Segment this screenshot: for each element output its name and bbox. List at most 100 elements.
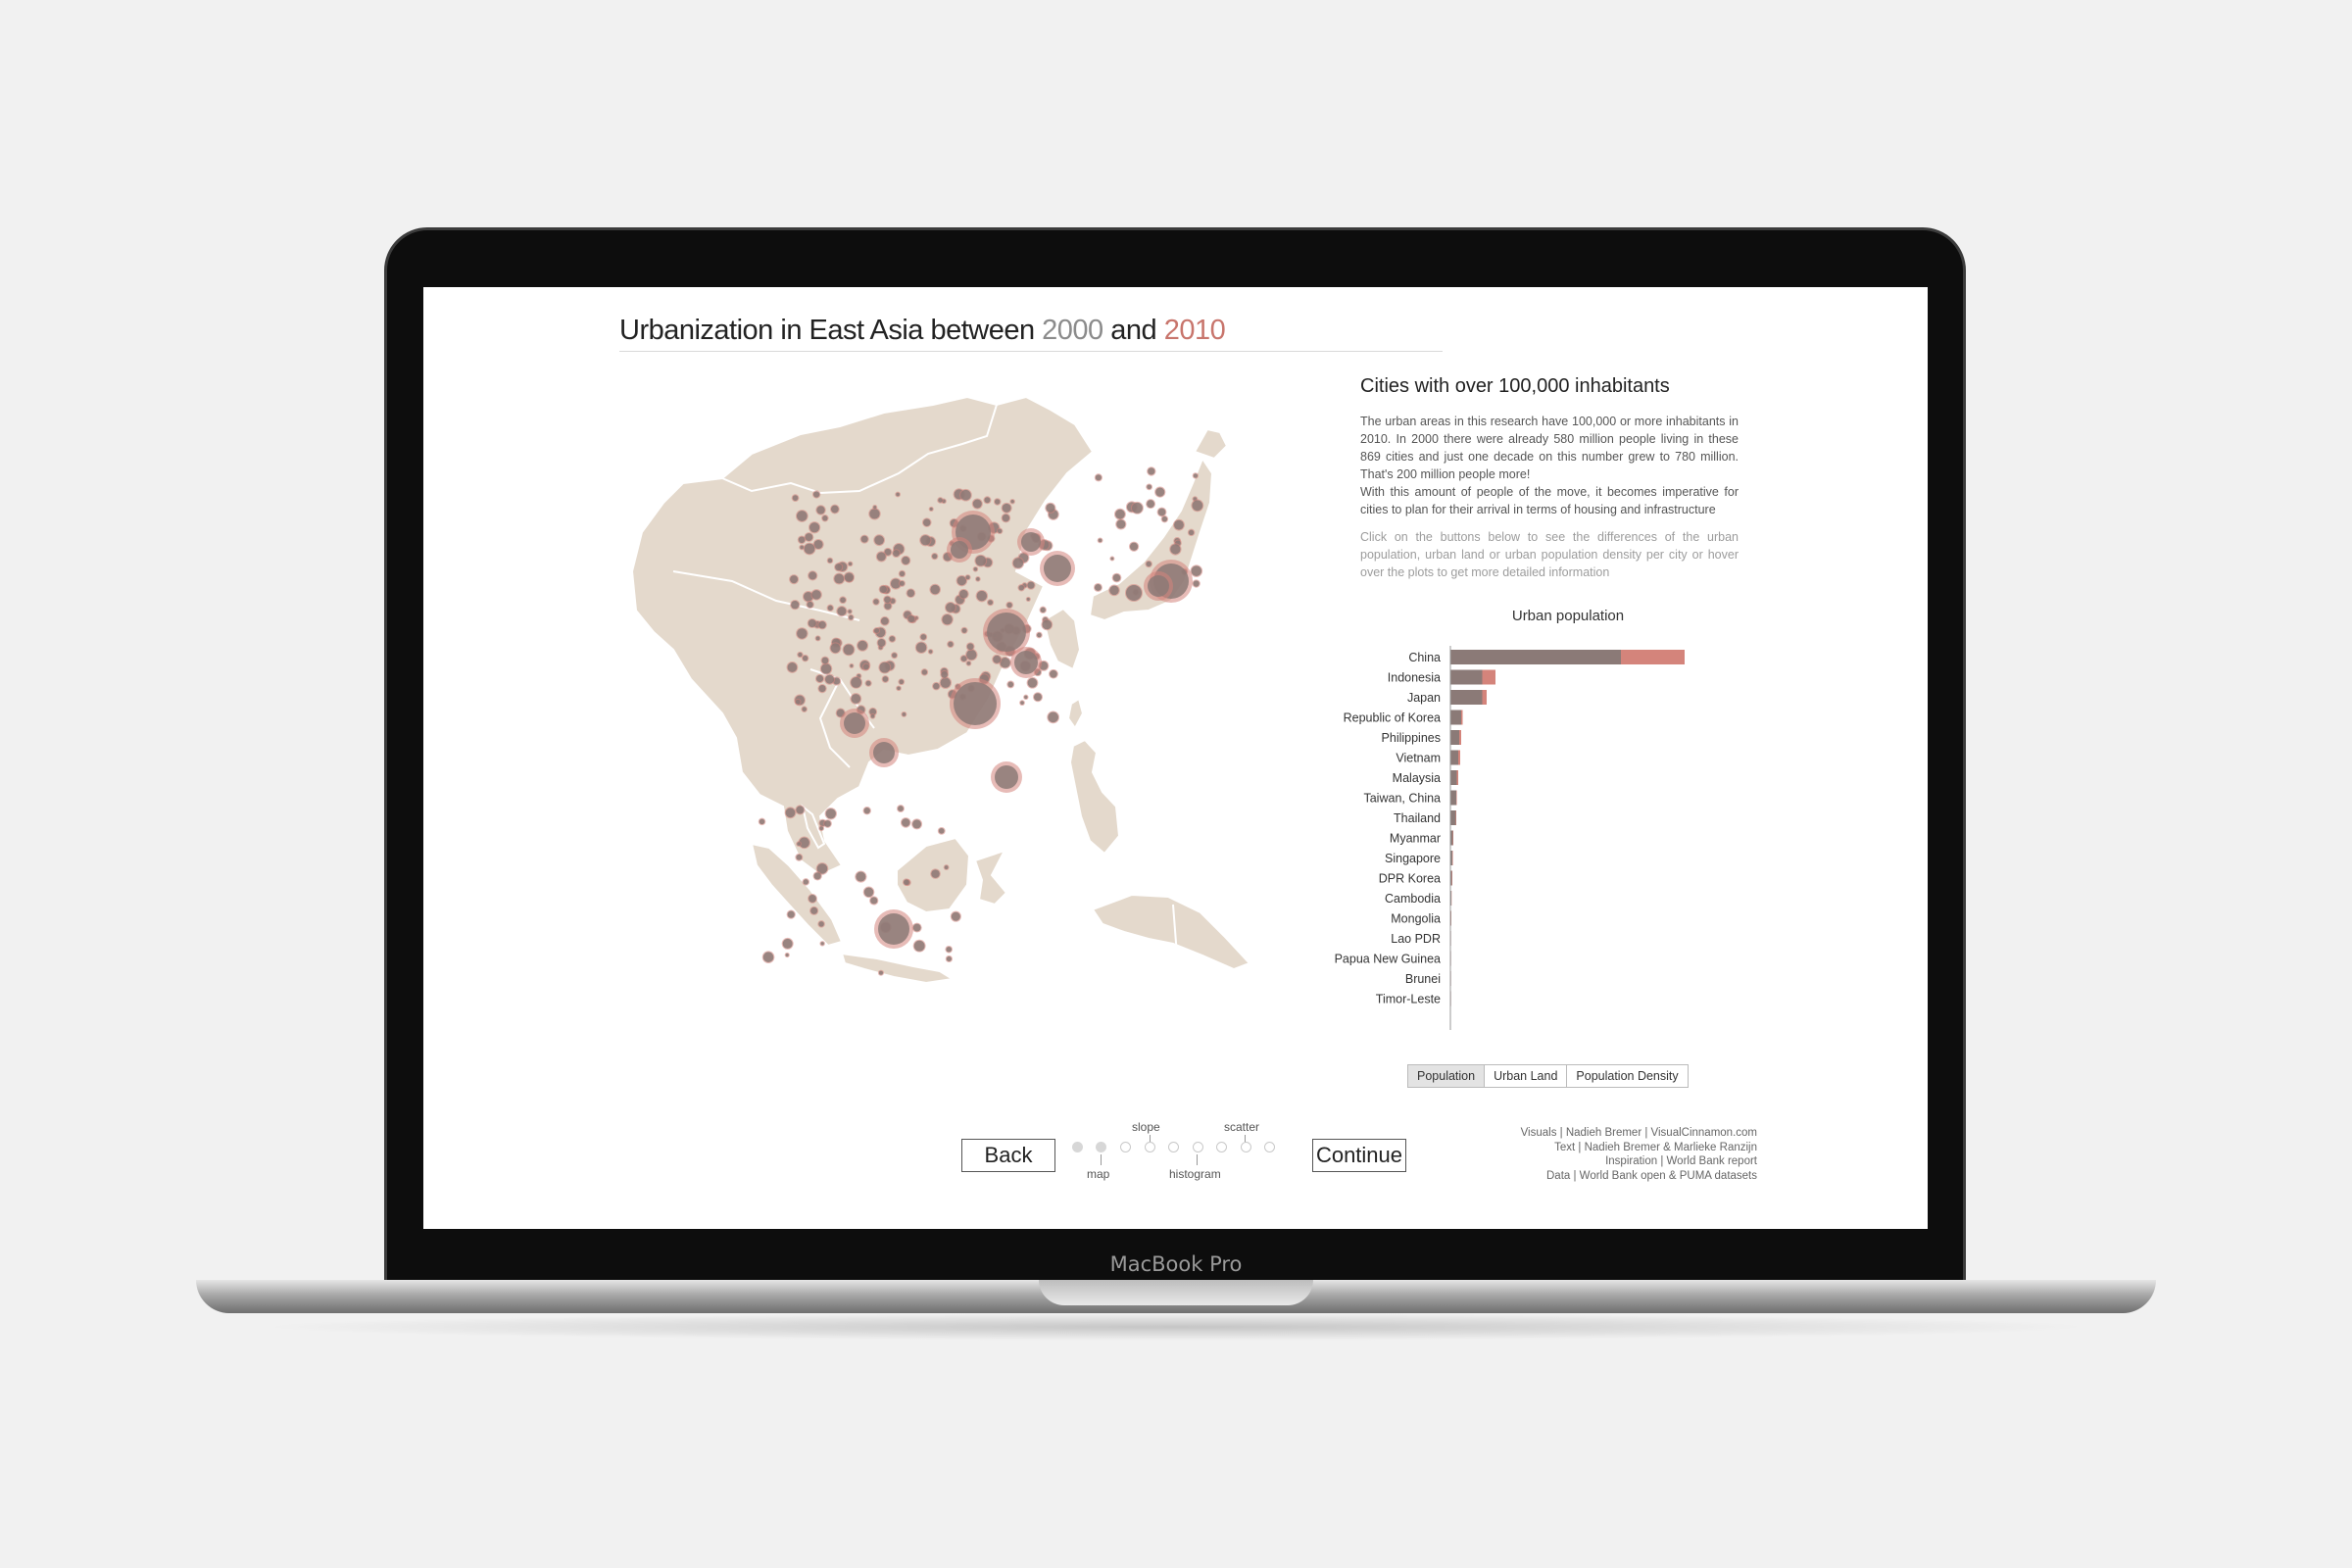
city-bubble-2000[interactable] [1048, 711, 1058, 723]
urban-population-chart[interactable]: Urban population China Indonesia Japan Repub… [1325, 599, 1756, 1030]
city-bubble-2000[interactable] [818, 620, 826, 629]
city-bubble-2000[interactable] [870, 897, 878, 905]
city-bubble-2000[interactable] [843, 644, 855, 656]
city-bubble-2000[interactable] [821, 657, 829, 664]
city-bubble-2000[interactable] [762, 952, 774, 962]
city-bubble-2000[interactable] [787, 910, 795, 918]
city-bubble-2000[interactable] [870, 713, 875, 718]
city-bubble-2000[interactable] [873, 506, 877, 510]
city-bubble-2000[interactable] [835, 564, 843, 571]
city-bubble-2000[interactable] [818, 921, 824, 927]
city-bubble-2000[interactable] [805, 533, 813, 542]
city-bubble-2000[interactable] [825, 674, 835, 684]
city-bubble-2000[interactable] [807, 601, 813, 609]
city-bubble-2000[interactable] [796, 854, 803, 860]
city-bubble-2000[interactable] [1155, 487, 1165, 497]
city-bubble-2000[interactable] [902, 711, 906, 716]
city-bubble-2000[interactable] [1147, 500, 1155, 509]
bar-2000[interactable] [1450, 810, 1456, 825]
city-bubble-2000[interactable] [951, 911, 960, 921]
city-bubble-2000[interactable] [792, 495, 799, 501]
city-bubble-2000[interactable] [1129, 542, 1139, 551]
city-bubble-2000[interactable] [930, 584, 941, 595]
city-bubble-2000[interactable] [1188, 529, 1195, 536]
city-bubble-2000[interactable] [862, 663, 869, 670]
city-bubble-2000[interactable] [874, 627, 880, 633]
city-bubble-2000[interactable] [1147, 484, 1152, 490]
city-bubble-2000[interactable] [863, 887, 874, 898]
bar-2000[interactable] [1450, 669, 1483, 685]
city-bubble-2000[interactable] [808, 571, 817, 580]
city-bubble-2000[interactable] [815, 674, 824, 683]
city-bubble-2000[interactable] [973, 566, 978, 571]
city-bubble-2000[interactable] [932, 553, 938, 560]
city-bubble-2000[interactable] [1193, 473, 1199, 478]
city-bubble-2000[interactable] [1148, 467, 1155, 475]
city-bubble-2000[interactable] [1110, 557, 1114, 561]
city-bubble-2000[interactable] [1042, 619, 1053, 630]
city-bubble-2000[interactable] [878, 970, 883, 975]
city-bubble-2000[interactable] [1131, 502, 1143, 514]
step-dot-4[interactable] [1145, 1142, 1155, 1152]
step-dot-1[interactable] [1072, 1142, 1083, 1152]
city-bubble-2000[interactable] [1146, 561, 1152, 567]
city-bubble-2000[interactable] [825, 808, 836, 819]
city-bubble-2000[interactable] [1126, 585, 1142, 601]
city-bubble-2000[interactable] [994, 499, 1001, 505]
city-bubble-2000[interactable] [803, 879, 809, 885]
city-bubble-2000[interactable] [858, 640, 868, 651]
city-bubble-2000[interactable] [1191, 565, 1202, 576]
city-bubble-2000[interactable] [882, 676, 889, 682]
city-bubble-2000[interactable] [903, 879, 909, 886]
city-bubble-2000[interactable] [954, 682, 997, 725]
city-bubble-2000[interactable] [1010, 500, 1014, 504]
step-dot-9[interactable] [1264, 1142, 1275, 1152]
city-bubble-2000[interactable] [898, 806, 904, 812]
city-bubble-2000[interactable] [876, 552, 886, 562]
city-bubble-2000[interactable] [942, 613, 953, 625]
city-bubble-2000[interactable] [810, 906, 818, 914]
city-bubble-2000[interactable] [1094, 583, 1102, 591]
city-bubble-2000[interactable] [830, 643, 841, 654]
east-asia-map[interactable] [614, 375, 1281, 1003]
city-bubble-2000[interactable] [795, 699, 801, 705]
city-bubble-2000[interactable] [884, 596, 891, 604]
city-bubble-2000[interactable] [873, 742, 895, 763]
city-bubble-2000[interactable] [896, 492, 900, 497]
city-bubble-2000[interactable] [798, 652, 803, 658]
city-bubble-2000[interactable] [1018, 584, 1024, 591]
city-bubble-2000[interactable] [1021, 532, 1041, 552]
city-bubble-2000[interactable] [920, 535, 931, 546]
step-dot-2[interactable] [1096, 1142, 1106, 1152]
city-bubble-2000[interactable] [1012, 558, 1024, 568]
city-bubble-2000[interactable] [972, 499, 982, 509]
bar-2000[interactable] [1450, 710, 1461, 725]
bar-2000[interactable] [1450, 790, 1456, 806]
city-bubble-2000[interactable] [959, 589, 968, 599]
city-bubble-2000[interactable] [912, 819, 922, 829]
city-bubble-2000[interactable] [1006, 602, 1012, 609]
city-bubble-2000[interactable] [856, 871, 866, 882]
city-bubble-2000[interactable] [1112, 573, 1121, 582]
city-bubble-2000[interactable] [827, 605, 833, 611]
city-bubble-2000[interactable] [940, 677, 952, 688]
city-bubble-2000[interactable] [796, 511, 808, 521]
city-bubble-2000[interactable] [961, 627, 967, 633]
city-bubble-2000[interactable] [822, 515, 828, 521]
city-bubble-2000[interactable] [782, 938, 793, 949]
city-bubble-2000[interactable] [1014, 651, 1038, 674]
city-bubble-2000[interactable] [897, 686, 901, 691]
city-bubble-2000[interactable] [820, 663, 832, 674]
city-bubble-2000[interactable] [892, 653, 898, 659]
city-bubble-2000[interactable] [785, 953, 789, 957]
city-bubble-2000[interactable] [915, 642, 927, 653]
city-bubble-2000[interactable] [1002, 503, 1011, 513]
city-bubble-2000[interactable] [966, 661, 971, 665]
city-bubble-2000[interactable] [948, 641, 954, 648]
city-bubble-2000[interactable] [1193, 580, 1200, 587]
city-bubble-2000[interactable] [759, 818, 765, 825]
city-bubble-2000[interactable] [1170, 544, 1181, 555]
city-bubble-2000[interactable] [987, 612, 1026, 652]
city-bubble-2000[interactable] [1114, 509, 1125, 519]
city-bubble-2000[interactable] [1192, 500, 1203, 512]
